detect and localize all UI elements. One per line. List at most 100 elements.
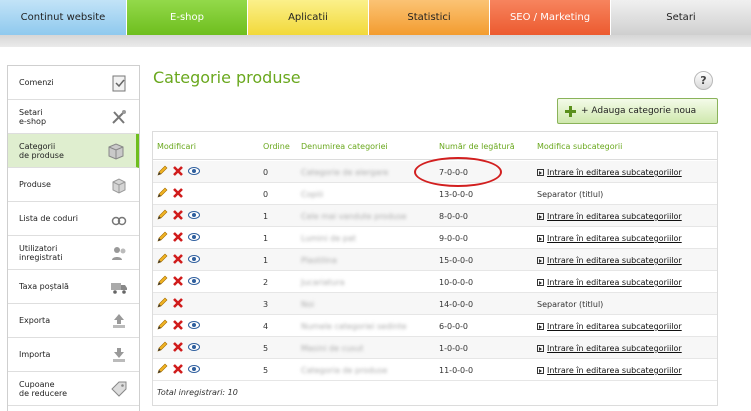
cell-ordine: 1 — [263, 234, 269, 243]
cell-ordine: 3 — [263, 300, 269, 309]
tab-e-shop[interactable]: E-shop — [127, 0, 248, 44]
cell-numar-legatura: 6-0-0-0 — [439, 322, 469, 331]
tab-setari[interactable]: Setari — [611, 0, 751, 35]
delete-x-icon[interactable] — [172, 209, 184, 221]
cell-subcategorii: Intrare în editarea subcategoriilor — [537, 256, 682, 265]
edit-subcategories-link[interactable]: Intrare în editarea subcategoriilor — [547, 234, 682, 243]
row-actions — [156, 363, 200, 375]
tab-seo-marketing[interactable]: SEO / Marketing — [490, 0, 611, 35]
view-eye-icon[interactable] — [188, 341, 200, 353]
edit-pencil-icon[interactable] — [156, 275, 168, 287]
view-eye-icon[interactable] — [188, 165, 200, 177]
cell-numar-legatura: 14-0-0-0 — [439, 300, 474, 309]
enter-arrow-icon — [537, 345, 544, 352]
edit-pencil-icon[interactable] — [156, 209, 168, 221]
view-eye-icon[interactable] — [188, 319, 200, 331]
sidebar-item-label: Taxa poștală — [19, 282, 69, 291]
tab-statistici[interactable]: Statistici — [369, 0, 490, 35]
sidebar-item-comenzi[interactable]: Comenzi — [8, 66, 139, 100]
delete-x-icon[interactable] — [172, 253, 184, 265]
edit-subcategories-link[interactable]: Intrare în editarea subcategoriilor — [547, 256, 682, 265]
sidebar-item-label: Importa — [19, 350, 51, 359]
cell-denumire: Jucariatura — [301, 278, 345, 287]
edit-pencil-icon[interactable] — [156, 319, 168, 331]
sidebar-item-setari-eshop[interactable]: Setari e-shop — [8, 100, 139, 134]
edit-pencil-icon[interactable] — [156, 231, 168, 243]
edit-pencil-icon[interactable] — [156, 165, 168, 177]
view-eye-icon[interactable] — [188, 209, 200, 221]
download-icon — [109, 345, 129, 365]
row-actions — [156, 187, 184, 199]
view-eye-icon[interactable] — [188, 231, 200, 243]
delete-x-icon[interactable] — [172, 363, 184, 375]
edit-pencil-icon[interactable] — [156, 297, 168, 309]
edit-subcategories-link[interactable]: Intrare în editarea subcategoriilor — [547, 168, 682, 177]
total-records: Total inregistrari: 10 — [157, 388, 238, 397]
cell-subcategorii: Intrare în editarea subcategoriilor — [537, 278, 682, 287]
cell-numar-legatura: 1-0-0-0 — [439, 344, 469, 353]
sidebar-item-label: Exporta — [19, 316, 51, 325]
edit-subcategories-link[interactable]: Intrare în editarea subcategoriilor — [547, 278, 682, 287]
sidebar-item-produse[interactable]: Produse — [8, 168, 139, 202]
enter-arrow-icon — [537, 279, 544, 286]
cell-numar-legatura: 10-0-0-0 — [439, 278, 474, 287]
cell-denumire: Noi — [301, 300, 315, 309]
table-row: 5 Categoria de produse 11-0-0-0 Intrare în … — [153, 359, 717, 381]
delete-x-icon[interactable] — [172, 275, 184, 287]
subnav-bar — [0, 35, 751, 47]
enter-arrow-icon — [537, 323, 544, 330]
delete-x-icon[interactable] — [172, 341, 184, 353]
view-eye-icon[interactable] — [188, 363, 200, 375]
boxes-icon — [109, 175, 129, 195]
delete-x-icon[interactable] — [172, 319, 184, 331]
tab-aplicatii[interactable]: Aplicatii — [248, 0, 369, 35]
help-button[interactable]: ? — [694, 71, 713, 90]
cell-subcategorii: Intrare în editarea subcategoriilor — [537, 344, 682, 353]
row-actions — [156, 165, 200, 177]
tab-continut-website[interactable]: Continut website — [0, 0, 127, 35]
truck-icon — [109, 277, 129, 297]
table-row: 1 Plastilina 15-0-0-0 Intrare în editarea s… — [153, 249, 717, 271]
sidebar-item-taxa-postala[interactable]: Taxa poștală — [8, 270, 139, 304]
cell-subcategorii: Separator (titlul) — [537, 300, 603, 309]
cell-numar-legatura: 15-0-0-0 — [439, 256, 474, 265]
view-eye-icon[interactable] — [188, 253, 200, 265]
edit-subcategories-link[interactable]: Intrare în editarea subcategoriilor — [547, 212, 682, 221]
cell-denumire: Categorie de alergare — [301, 168, 389, 177]
cell-subcategorii: Intrare în editarea subcategoriilor — [537, 212, 682, 221]
cell-ordine: 2 — [263, 278, 269, 287]
cell-subcategorii: Intrare în editarea subcategoriilor — [537, 168, 682, 177]
view-eye-icon[interactable] — [188, 275, 200, 287]
sidebar-item-cupoane[interactable]: Cupoane de reducere — [8, 372, 139, 406]
sidebar-item-exporta[interactable]: Exporta — [8, 304, 139, 338]
edit-subcategories-link[interactable]: Intrare în editarea subcategoriilor — [547, 366, 682, 375]
delete-x-icon[interactable] — [172, 187, 184, 199]
delete-x-icon[interactable] — [172, 231, 184, 243]
separator-label: Separator (titlul) — [537, 190, 604, 199]
add-category-button[interactable]: + Adauga categorie noua — [557, 98, 718, 124]
cell-numar-legatura: 11-0-0-0 — [439, 366, 474, 375]
sidebar-item-importa[interactable]: Importa — [8, 338, 139, 372]
edit-pencil-icon[interactable] — [156, 363, 168, 375]
cell-ordine: 1 — [263, 256, 269, 265]
header-ordine: Ordine — [263, 142, 290, 151]
cell-denumire: Categoria de produse — [301, 366, 388, 375]
edit-pencil-icon[interactable] — [156, 187, 168, 199]
edit-pencil-icon[interactable] — [156, 341, 168, 353]
sidebar-item-utilizatori[interactable]: Utilizatori inregistrati — [8, 236, 139, 270]
header-denumire: Denumirea categoriei — [301, 142, 388, 151]
cell-subcategorii: Intrare în editarea subcategoriilor — [537, 366, 682, 375]
edit-subcategories-link[interactable]: Intrare în editarea subcategoriilor — [547, 322, 682, 331]
tab-label: Setari — [666, 12, 696, 23]
cell-numar-legatura: 9-0-0-0 — [439, 234, 469, 243]
cell-denumire: Cele mai vandute produse — [301, 212, 407, 221]
table-header: Modificari Ordine Denumirea categoriei N… — [153, 132, 717, 160]
tools-icon — [109, 107, 129, 127]
sidebar-item-lista-coduri[interactable]: Lista de coduri — [8, 202, 139, 236]
sidebar-item-categorii[interactable]: Categorii de produse — [8, 134, 139, 168]
delete-x-icon[interactable] — [172, 297, 184, 309]
edit-pencil-icon[interactable] — [156, 253, 168, 265]
delete-x-icon[interactable] — [172, 165, 184, 177]
edit-subcategories-link[interactable]: Intrare în editarea subcategoriilor — [547, 344, 682, 353]
plus-icon — [565, 105, 576, 117]
